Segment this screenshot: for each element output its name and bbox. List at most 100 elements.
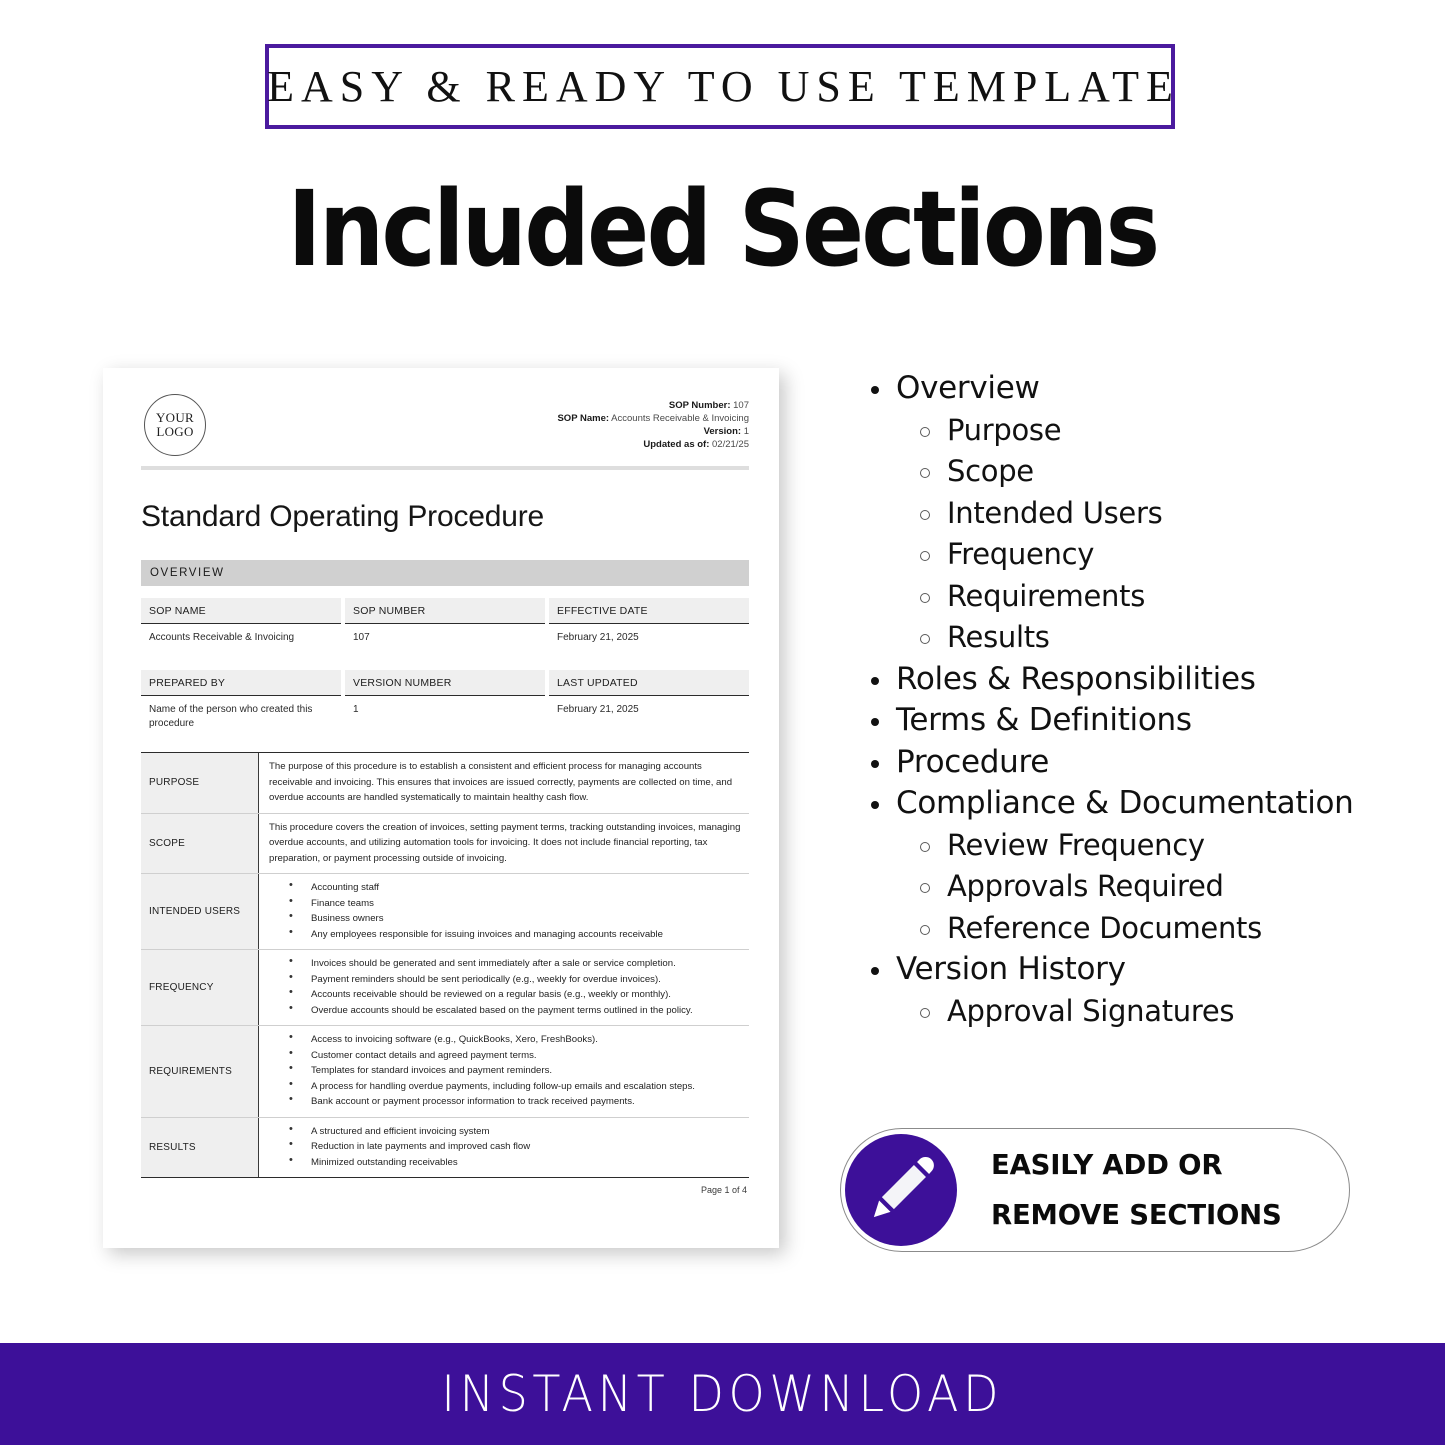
meta-sop-name-label: SOP Name:: [557, 413, 610, 424]
list-item: Payment reminders should be sent periodi…: [269, 970, 741, 988]
table-row-results: RESULTS A structured and efficient invoi…: [141, 1117, 749, 1178]
badge-text: EASILY ADD OR REMOVE SECTIONS: [957, 1140, 1282, 1240]
row-label: RESULTS: [141, 1117, 259, 1177]
document-header: YOUR LOGO SOP Number: 107 SOP Name: Acco…: [141, 390, 749, 464]
meta-sop-number-value: 107: [733, 400, 749, 411]
row-label: REQUIREMENTS: [141, 1026, 259, 1117]
list-item: Invoices should be generated and sent im…: [269, 954, 741, 972]
list-item: A process for handling overdue payments,…: [269, 1077, 741, 1095]
section-item-approval-signatures: Approval Signatures: [862, 991, 1382, 1033]
table-row-intended-users: INTENDED USERS Accounting staff Finance …: [141, 874, 749, 950]
list-item: Accounting staff: [269, 878, 741, 896]
document-preview: YOUR LOGO SOP Number: 107 SOP Name: Acco…: [103, 368, 779, 1248]
list-item: Accounts receivable should be reviewed o…: [269, 985, 741, 1003]
table-row-scope: SCOPE This procedure covers the creation…: [141, 813, 749, 874]
meta-cell-value: 1: [353, 704, 359, 715]
logo-line-2: LOGO: [156, 424, 194, 439]
easy-ready-template-label: EASY & READY TO USE TEMPLATE: [267, 62, 1180, 111]
meta-cell-value: Name of the person who created this proc…: [149, 704, 313, 729]
row-label: FREQUENCY: [141, 950, 259, 1025]
table-row-requirements: REQUIREMENTS Access to invoicing softwar…: [141, 1026, 749, 1118]
meta-cell-sop-name: SOP NAME Accounts Receivable & Invoicing: [141, 598, 341, 658]
requirements-list: Access to invoicing software (e.g., Quic…: [269, 1030, 741, 1110]
table-row-purpose: PURPOSE The purpose of this procedure is…: [141, 753, 749, 814]
section-item-results: Results: [862, 617, 1382, 659]
meta-version: Version: 1: [557, 425, 749, 438]
meta-cell-sop-number: SOP NUMBER 107: [345, 598, 545, 658]
row-list: Accounting staff Finance teams Business …: [259, 874, 749, 949]
meta-cell-label: SOP NAME: [141, 598, 341, 624]
list-item: Any employees responsible for issuing in…: [269, 925, 741, 943]
overview-rows-table: PURPOSE The purpose of this procedure is…: [141, 752, 749, 1178]
instant-download-label: INSTANT DOWNLOAD: [441, 1365, 1004, 1423]
list-item: Customer contact details and agreed paym…: [269, 1046, 741, 1064]
meta-cell-label: LAST UPDATED: [549, 670, 749, 696]
meta-cell-label: EFFECTIVE DATE: [549, 598, 749, 624]
meta-cell-prepared-by: PREPARED BY Name of the person who creat…: [141, 670, 341, 738]
page-title: Included Sections: [287, 168, 1161, 290]
section-item-intended-users: Intended Users: [862, 493, 1382, 535]
meta-cell-label: PREPARED BY: [141, 670, 341, 696]
intended-users-list: Accounting staff Finance teams Business …: [269, 878, 741, 943]
list-item: Bank account or payment processor inform…: [269, 1092, 741, 1110]
overview-meta-table-1: SOP NAME Accounts Receivable & Invoicing…: [141, 598, 749, 658]
meta-sop-number-label: SOP Number:: [668, 400, 731, 411]
list-item: Finance teams: [269, 894, 741, 912]
row-list: A structured and efficient invoicing sys…: [259, 1118, 749, 1178]
meta-version-label: Version:: [703, 426, 742, 437]
meta-cell-last-updated: LAST UPDATED February 21, 2025: [549, 670, 749, 738]
meta-cell-value: 107: [353, 632, 370, 643]
row-list: Access to invoicing software (e.g., Quic…: [259, 1026, 749, 1117]
meta-cell-effective-date: EFFECTIVE DATE February 21, 2025: [549, 598, 749, 658]
list-item: Reduction in late payments and improved …: [269, 1137, 741, 1155]
row-label: PURPOSE: [141, 753, 259, 813]
meta-cell-value: February 21, 2025: [557, 632, 639, 643]
list-item: Overdue accounts should be escalated bas…: [269, 1001, 741, 1019]
section-item-compliance-documentation: Compliance & Documentation: [862, 783, 1382, 825]
list-item: A structured and efficient invoicing sys…: [269, 1122, 741, 1140]
row-list: Invoices should be generated and sent im…: [259, 950, 749, 1025]
table-row-frequency: FREQUENCY Invoices should be generated a…: [141, 950, 749, 1026]
badge-line-1: EASILY ADD OR: [991, 1149, 1223, 1181]
row-text: This procedure covers the creation of in…: [269, 821, 741, 864]
section-item-purpose: Purpose: [862, 410, 1382, 452]
section-item-terms-definitions: Terms & Definitions: [862, 700, 1382, 742]
row-label: SCOPE: [141, 813, 259, 873]
list-item: Business owners: [269, 909, 741, 927]
list-item: Minimized outstanding receivables: [269, 1153, 741, 1171]
meta-cell-label: VERSION NUMBER: [345, 670, 545, 696]
section-item-overview: Overview: [862, 368, 1382, 410]
meta-cell-version-number: VERSION NUMBER 1: [345, 670, 545, 738]
instant-download-bar: INSTANT DOWNLOAD: [0, 1343, 1445, 1445]
row-text: The purpose of this procedure is to esta…: [269, 761, 733, 803]
your-logo-placeholder: YOUR LOGO: [144, 394, 206, 456]
section-item-review-frequency: Review Frequency: [862, 825, 1382, 867]
section-item-approvals-required: Approvals Required: [862, 866, 1382, 908]
frequency-list: Invoices should be generated and sent im…: [269, 954, 741, 1019]
meta-sop-number: SOP Number: 107: [557, 399, 749, 412]
easy-ready-template-banner: EASY & READY TO USE TEMPLATE: [265, 44, 1175, 129]
logo-line-1: YOUR: [155, 410, 195, 425]
results-list: A structured and efficient invoicing sys…: [269, 1122, 741, 1171]
meta-cell-value: Accounts Receivable & Invoicing: [149, 632, 295, 643]
row-label: INTENDED USERS: [141, 874, 259, 949]
overview-section-bar: OVERVIEW: [141, 560, 749, 586]
section-item-procedure: Procedure: [862, 742, 1382, 784]
list-item: Access to invoicing software (e.g., Quic…: [269, 1030, 741, 1048]
included-sections-list: Overview Purpose Scope Intended Users Fr…: [862, 368, 1382, 1032]
section-item-scope: Scope: [862, 451, 1382, 493]
list-item: Templates for standard invoices and paym…: [269, 1061, 741, 1079]
meta-sop-name: SOP Name: Accounts Receivable & Invoicin…: [557, 412, 749, 425]
header-divider: [141, 466, 749, 470]
easily-add-remove-badge: EASILY ADD OR REMOVE SECTIONS: [840, 1128, 1350, 1252]
section-item-reference-documents: Reference Documents: [862, 908, 1382, 950]
meta-updated: Updated as of: 02/21/25: [557, 438, 749, 451]
meta-sop-name-value: Accounts Receivable & Invoicing: [611, 413, 749, 424]
section-item-version-history: Version History: [862, 949, 1382, 991]
document-page-footer: Page 1 of 4: [700, 1185, 747, 1195]
section-item-roles-responsibilities: Roles & Responsibilities: [862, 659, 1382, 701]
meta-version-value: 1: [743, 426, 749, 437]
meta-updated-label: Updated as of:: [643, 439, 710, 450]
document-meta-block: SOP Number: 107 SOP Name: Accounts Recei…: [557, 390, 749, 451]
overview-meta-table-2: PREPARED BY Name of the person who creat…: [141, 670, 749, 738]
